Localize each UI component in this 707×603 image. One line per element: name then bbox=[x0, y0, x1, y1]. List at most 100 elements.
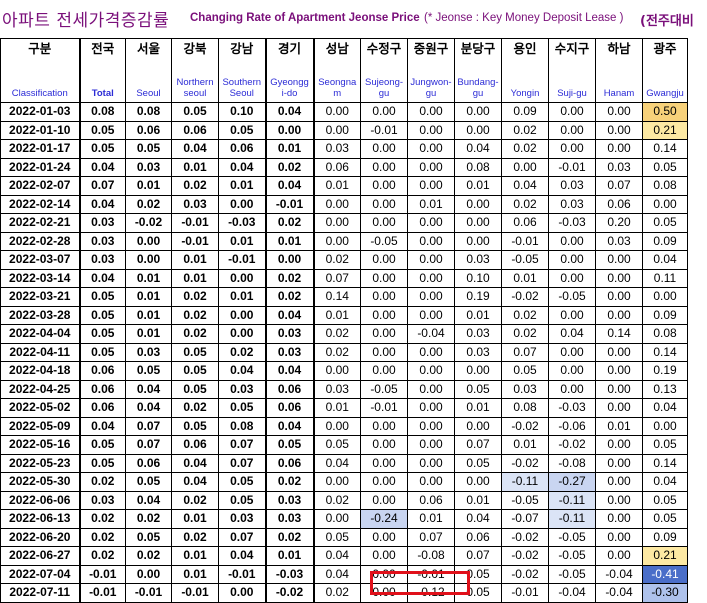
rate-cell: 0.00 bbox=[407, 157, 455, 177]
rate-cell: 0.06 bbox=[125, 453, 172, 473]
rate-cell: 0.06 bbox=[265, 398, 315, 418]
rate-cell: 0.19 bbox=[642, 361, 688, 381]
rate-cell: 0.14 bbox=[642, 453, 688, 473]
row-date: 2022-03-28 bbox=[0, 305, 81, 325]
rate-cell: -0.01 bbox=[171, 583, 219, 603]
rate-cell: 0.05 bbox=[125, 527, 172, 547]
rate-cell: 0.04 bbox=[642, 398, 688, 418]
rate-cell: 0.02 bbox=[171, 527, 219, 547]
rate-cell: 0.03 bbox=[218, 509, 267, 529]
rate-cell: 0.04 bbox=[79, 268, 126, 288]
rate-cell: -0.11 bbox=[548, 490, 596, 510]
rate-cell: 0.01 bbox=[125, 287, 172, 307]
row-date: 2022-05-30 bbox=[0, 472, 81, 492]
rate-cell: 0.10 bbox=[218, 102, 267, 122]
rate-cell: 0.00 bbox=[595, 250, 643, 270]
rate-cell: 0.00 bbox=[218, 194, 267, 214]
rate-cell: 0.00 bbox=[407, 213, 455, 233]
rate-cell: 0.05 bbox=[171, 102, 219, 122]
rate-cell: 0.00 bbox=[313, 102, 361, 122]
rate-cell: 0.07 bbox=[595, 176, 643, 196]
rate-cell: 0.06 bbox=[407, 490, 455, 510]
rate-cell: 0.07 bbox=[218, 453, 267, 473]
rate-cell: 0.00 bbox=[501, 157, 549, 177]
rate-cell: 0.00 bbox=[360, 157, 408, 177]
rate-cell: 0.04 bbox=[125, 490, 172, 510]
rate-cell: 0.06 bbox=[218, 139, 267, 159]
rate-cell: -0.11 bbox=[501, 472, 549, 492]
rate-cell: 0.03 bbox=[171, 194, 219, 214]
rate-cell: 0.05 bbox=[218, 472, 267, 492]
rate-cell: 0.00 bbox=[360, 416, 408, 436]
rate-cell: 0.06 bbox=[265, 453, 315, 473]
rate-cell: 0.02 bbox=[171, 324, 219, 344]
column-header-english: Gyeongg i-do bbox=[270, 77, 309, 99]
rate-cell: 0.05 bbox=[218, 398, 267, 418]
table-row: 2022-06-06 0.03 0.04 0.02 0.05 0.03 0.02 0.00 0.… bbox=[0, 490, 688, 510]
rate-cell: 0.05 bbox=[501, 361, 549, 381]
rate-cell: 0.00 bbox=[548, 139, 596, 159]
rate-cell: 0.00 bbox=[265, 250, 315, 270]
column-header-english: Seoul bbox=[136, 88, 161, 99]
rate-cell: 0.02 bbox=[171, 490, 219, 510]
rate-cell: 0.14 bbox=[642, 139, 688, 159]
rate-cell: 0.01 bbox=[595, 416, 643, 436]
rate-cell: 0.05 bbox=[265, 435, 315, 455]
rate-cell: 0.01 bbox=[218, 287, 267, 307]
table-row: 2022-04-18 0.06 0.05 0.05 0.04 0.04 0.00 0.00 0.… bbox=[0, 361, 688, 381]
rate-cell: 0.01 bbox=[313, 398, 361, 418]
column-header: 용인 Yongin bbox=[501, 38, 549, 103]
row-date: 2022-03-07 bbox=[0, 250, 81, 270]
table-row: 2022-04-25 0.06 0.04 0.05 0.03 0.06 0.03 -0.05 0… bbox=[0, 379, 688, 399]
rate-cell: 0.00 bbox=[595, 453, 643, 473]
rate-cell: 0.04 bbox=[79, 157, 126, 177]
rate-cell: 0.08 bbox=[501, 398, 549, 418]
table-row: 2022-05-30 0.02 0.05 0.04 0.05 0.02 0.00 0.00 0.… bbox=[0, 472, 688, 492]
table-row: 2022-05-02 0.06 0.04 0.02 0.05 0.06 0.01 -0.01 0… bbox=[0, 398, 688, 418]
row-date: 2022-01-17 bbox=[0, 139, 81, 159]
rate-cell: -0.27 bbox=[548, 472, 596, 492]
table-row: 2022-02-07 0.07 0.01 0.02 0.01 0.04 0.01 0.00 0.… bbox=[0, 176, 688, 196]
rate-cell: 0.07 bbox=[218, 435, 267, 455]
rate-cell: 0.00 bbox=[595, 490, 643, 510]
rate-cell: -0.03 bbox=[218, 213, 267, 233]
rate-cell: 0.00 bbox=[360, 342, 408, 362]
rate-cell: 0.05 bbox=[79, 453, 126, 473]
title-english: Changing Rate of Apartment Jeonse Price bbox=[190, 12, 420, 24]
rate-cell: 0.00 bbox=[218, 583, 267, 603]
rate-cell: 0.00 bbox=[548, 250, 596, 270]
rate-cell: 0.00 bbox=[313, 361, 361, 381]
rate-cell: 0.03 bbox=[454, 324, 502, 344]
rate-cell: 0.04 bbox=[218, 157, 267, 177]
rate-cell: -0.05 bbox=[548, 527, 596, 547]
jeonse-rate-table: 구분 Classification 전국 Total 서울 Seoul 강북 Northern… bbox=[0, 38, 688, 603]
rate-cell: 0.06 bbox=[501, 213, 549, 233]
column-header-english: Total bbox=[91, 88, 114, 99]
rate-cell: 0.00 bbox=[595, 546, 643, 566]
rate-cell: 0.00 bbox=[218, 305, 267, 325]
rate-cell: 0.05 bbox=[79, 342, 126, 362]
column-header: 강남 Southern Seoul bbox=[218, 38, 267, 103]
rate-cell: 0.00 bbox=[360, 546, 408, 566]
row-date: 2022-05-16 bbox=[0, 435, 81, 455]
rate-cell: -0.01 bbox=[548, 157, 596, 177]
rate-cell: 0.05 bbox=[313, 435, 361, 455]
rate-cell: 0.00 bbox=[595, 287, 643, 307]
rate-cell: 0.03 bbox=[79, 490, 126, 510]
rate-cell: 0.00 bbox=[360, 176, 408, 196]
rate-cell: 0.00 bbox=[313, 120, 361, 140]
rate-cell: 0.06 bbox=[125, 120, 172, 140]
rate-cell: 0.02 bbox=[313, 250, 361, 270]
rate-cell: 0.02 bbox=[501, 120, 549, 140]
rate-cell: 0.00 bbox=[407, 435, 455, 455]
column-header: 광주 Gwangju bbox=[642, 38, 688, 103]
rate-cell: 0.08 bbox=[125, 102, 172, 122]
rate-cell: 0.00 bbox=[407, 361, 455, 381]
rate-cell: 0.10 bbox=[454, 268, 502, 288]
rate-cell: 0.02 bbox=[79, 472, 126, 492]
table-row: 2022-03-21 0.05 0.01 0.02 0.01 0.02 0.14 0.00 0.… bbox=[0, 287, 688, 307]
rate-cell: 0.04 bbox=[171, 453, 219, 473]
rate-cell: 0.00 bbox=[548, 268, 596, 288]
rate-cell: 0.00 bbox=[407, 416, 455, 436]
rate-cell: -0.01 bbox=[360, 120, 408, 140]
